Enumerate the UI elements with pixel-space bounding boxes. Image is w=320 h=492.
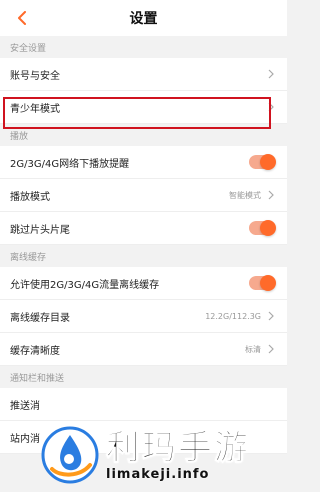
settings-row-push-messages[interactable]: 推送消 — [0, 388, 287, 421]
section-label-playback: 播放 — [0, 124, 287, 146]
settings-row-cache-directory[interactable]: 离线缓存目录 12.2G/112.3G — [0, 300, 287, 333]
row-label: 推送消 — [10, 400, 40, 412]
skip-intro-toggle[interactable] — [249, 220, 276, 236]
mobile-cache-toggle[interactable] — [249, 275, 276, 291]
section-label-notifications: 通知栏和推送 — [0, 366, 287, 388]
row-value: 智能模式 — [229, 190, 261, 200]
toggle-knob — [260, 154, 276, 170]
settings-row-play-mode[interactable]: 播放模式 智能模式 — [0, 179, 287, 212]
settings-row-mobile-play-alert: 2G/3G/4G网络下播放提醒 — [0, 146, 287, 179]
watermark: 利玛手游 limakeji.info — [40, 418, 286, 492]
row-right — [267, 69, 275, 79]
row-label: 青少年模式 — [10, 103, 60, 115]
section-label-security: 安全设置 — [0, 36, 287, 58]
row-label: 缓存清晰度 — [10, 345, 60, 357]
mobile-play-alert-toggle[interactable] — [249, 154, 276, 170]
chevron-right-icon — [268, 344, 274, 354]
watermark-logo-icon — [41, 426, 99, 484]
row-label: 播放模式 — [10, 191, 50, 203]
row-label: 允许使用2G/3G/4G流量离线缓存 — [10, 279, 160, 291]
row-value: 12.2G/112.3G — [205, 311, 261, 321]
section-label-offline-cache: 离线缓存 — [0, 245, 287, 267]
chevron-right-icon — [268, 190, 274, 200]
row-right: 智能模式 — [229, 190, 275, 201]
row-right — [267, 102, 275, 112]
toggle-knob — [260, 220, 276, 236]
settings-row-teen-mode[interactable]: 青少年模式 — [0, 91, 287, 124]
chevron-right-icon — [268, 69, 274, 79]
settings-row-account-security[interactable]: 账号与安全 — [0, 58, 287, 91]
row-label: 账号与安全 — [10, 70, 60, 82]
row-label: 跳过片头片尾 — [10, 224, 70, 236]
page-title: 设置 — [129, 11, 158, 27]
watermark-text: 利玛手游 limakeji.info — [106, 427, 250, 482]
settings-row-skip-intro: 跳过片头片尾 — [0, 212, 287, 245]
header-bar: 设置 — [0, 0, 287, 36]
row-label: 离线缓存目录 — [10, 312, 70, 324]
row-label: 2G/3G/4G网络下播放提醒 — [10, 158, 130, 170]
back-button[interactable] — [12, 8, 32, 28]
row-right: 12.2G/112.3G — [205, 311, 275, 321]
settings-row-cache-quality[interactable]: 缓存清晰度 标清 — [0, 333, 287, 366]
watermark-url: limakeji.info — [106, 466, 210, 482]
watermark-title: 利玛手游 — [106, 427, 250, 468]
settings-row-mobile-cache: 允许使用2G/3G/4G流量离线缓存 — [0, 267, 287, 300]
row-right: 标清 — [245, 344, 275, 355]
chevron-right-icon — [268, 311, 274, 321]
row-label: 站内消 — [10, 433, 40, 445]
row-value: 标清 — [245, 344, 261, 354]
chevron-left-icon — [18, 11, 26, 25]
chevron-right-icon — [268, 102, 274, 112]
toggle-knob — [260, 275, 276, 291]
